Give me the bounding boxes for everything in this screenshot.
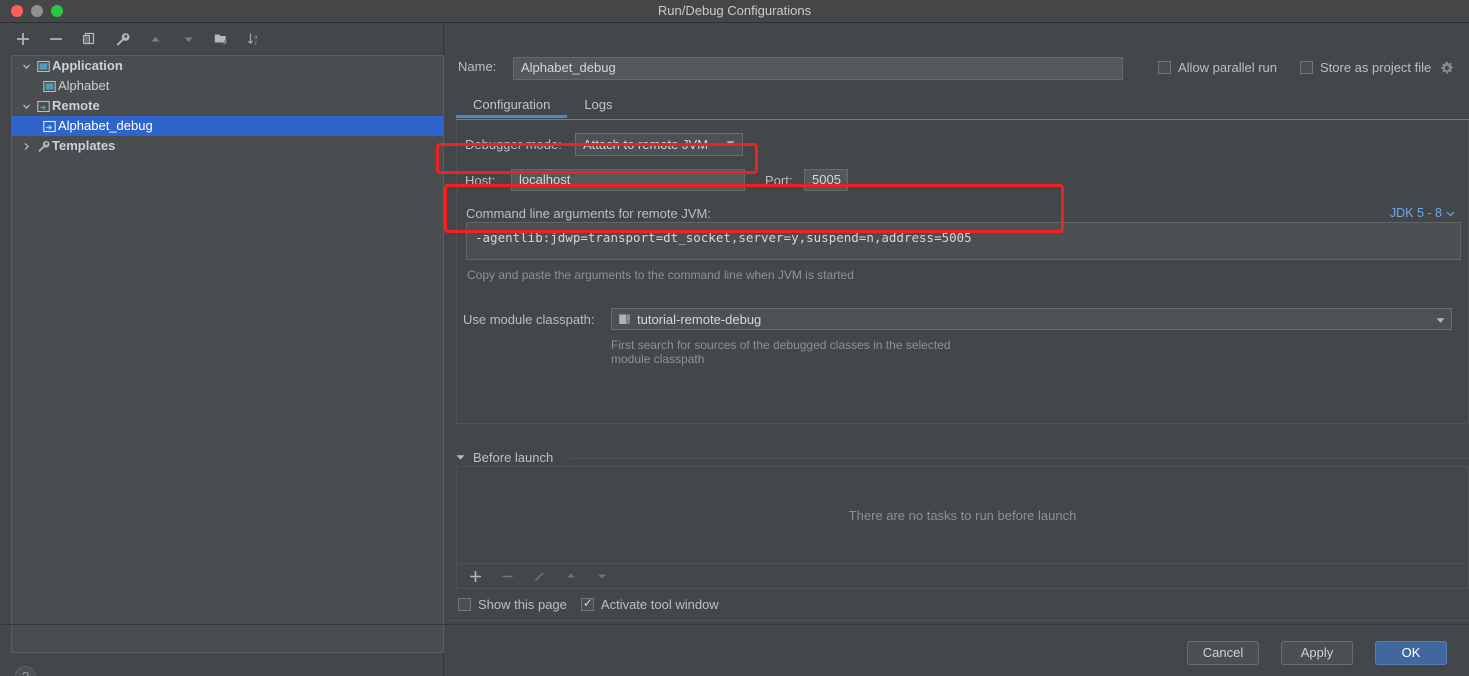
jdk-version-selector[interactable]: JDK 5 - 8 [1390,206,1455,220]
copy-icon[interactable] [80,30,98,48]
remote-icon [34,100,52,113]
tree-item-application[interactable]: Application [12,56,443,76]
tab-logs[interactable]: Logs [567,93,629,118]
apply-button[interactable]: Apply [1281,641,1353,665]
configuration-editor-panel: Name: Alphabet_debug Allow parallel run … [445,23,1469,676]
sort-alphabetically-icon[interactable]: a z [245,30,263,48]
add-icon[interactable] [14,30,32,48]
chevron-right-icon[interactable] [18,142,34,151]
allow-parallel-run-checkbox[interactable]: Allow parallel run [1158,60,1277,75]
port-label: Port: [765,173,792,188]
debugger-mode-label: Debugger mode: [465,137,562,152]
command-line-arguments-input[interactable]: -agentlib:jdwp=transport=dt_socket,serve… [466,222,1461,260]
before-launch-label: Before launch [473,450,553,465]
tree-item-alphabet-debug[interactable]: Alphabet_debug [12,116,443,136]
cancel-button[interactable]: Cancel [1187,641,1259,665]
module-classpath-dropdown[interactable]: tutorial-remote-debug [611,308,1452,330]
bottom-separator [445,620,1469,621]
configurations-sidebar: a z Application [0,23,444,676]
configurations-tree[interactable]: Application Alphabet [11,55,444,653]
svg-text:z: z [254,40,257,46]
tree-item-label: Alphabet [58,76,109,96]
new-folder-icon[interactable] [212,30,230,48]
port-input[interactable]: 5005 [804,169,848,191]
add-task-icon[interactable] [469,570,482,583]
window-titlebar: Run/Debug Configurations [0,0,1469,23]
move-up-icon[interactable] [146,30,164,48]
edit-task-icon [533,570,546,583]
tab-configuration[interactable]: Configuration [456,93,567,118]
activate-tool-window-checkbox-box[interactable] [581,598,594,611]
tree-item-label: Application [52,56,123,76]
sidebar-toolbar: a z [0,23,444,55]
module-classpath-hint-line2: module classpath [611,352,704,367]
remote-icon [40,120,58,133]
jdk-version-label: JDK 5 - 8 [1390,206,1442,220]
dialog-buttons: Cancel Apply OK [1187,641,1447,665]
module-classpath-hint-line1: First search for sources of the debugged… [611,338,951,353]
host-label: Host: [465,173,495,188]
svg-text:a: a [254,34,258,40]
tree-item-templates[interactable]: Templates [12,136,443,156]
chevron-down-icon[interactable] [18,62,34,71]
configuration-content: Debugger mode: Attach to remote JVM Host… [456,120,1469,424]
gear-icon[interactable] [1440,61,1454,75]
use-module-classpath-label: Use module classpath: [463,312,595,327]
wrench-icon[interactable] [113,30,131,48]
activate-tool-window-label: Activate tool window [601,597,719,612]
store-as-project-file-checkbox[interactable]: Store as project file [1300,60,1454,75]
chevron-down-icon [1446,206,1455,220]
window-title: Run/Debug Configurations [0,0,1469,22]
bottom-options: Show this page Activate tool window [458,597,719,612]
remove-task-icon [501,570,514,583]
tree-item-label: Templates [52,136,115,156]
module-icon [618,313,631,326]
show-this-page-label: Show this page [478,597,567,612]
before-launch-empty-message: There are no tasks to run before launch [457,467,1468,563]
wrench-icon [34,140,52,153]
editor-tabs[interactable]: Configuration Logs [456,93,630,118]
before-launch-section-header[interactable]: Before launch [456,450,553,465]
triangle-down-icon[interactable] [456,454,465,461]
command-line-arguments-label: Command line arguments for remote JVM: [466,206,711,221]
show-this-page-checkbox-box[interactable] [458,598,471,611]
before-launch-divider [569,458,1469,459]
footer-separator [0,624,1469,625]
move-task-up-icon [565,570,577,582]
chevron-down-icon[interactable] [18,102,34,111]
store-as-project-file-checkbox-box[interactable] [1300,61,1313,74]
tree-item-alphabet[interactable]: Alphabet [12,76,443,96]
remove-icon[interactable] [47,30,65,48]
name-label: Name: [458,59,496,74]
host-input[interactable]: localhost [511,169,745,191]
debugger-mode-value: Attach to remote JVM [583,134,708,155]
before-launch-toolbar [456,564,1469,589]
run-debug-configurations-dialog: Run/Debug Configurations [0,0,1469,676]
activate-tool-window-checkbox[interactable]: Activate tool window [581,597,719,612]
allow-parallel-run-checkbox-box[interactable] [1158,61,1171,74]
name-input[interactable]: Alphabet_debug [513,57,1123,80]
store-as-project-file-label: Store as project file [1320,60,1431,75]
application-icon [40,80,58,93]
tree-item-label: Remote [52,96,100,116]
module-classpath-value: tutorial-remote-debug [637,312,761,327]
ok-button[interactable]: OK [1375,641,1447,665]
application-icon [34,60,52,73]
command-line-arguments-hint: Copy and paste the arguments to the comm… [467,268,854,283]
move-task-down-icon [596,570,608,582]
show-this-page-checkbox[interactable]: Show this page [458,597,567,612]
allow-parallel-run-label: Allow parallel run [1178,60,1277,75]
tree-item-remote[interactable]: Remote [12,96,443,116]
help-button[interactable]: ? [15,666,36,676]
chevron-down-icon [1436,312,1445,327]
chevron-down-icon [726,134,735,155]
tree-item-label: Alphabet_debug [58,116,153,136]
before-launch-task-list[interactable]: There are no tasks to run before launch [456,466,1469,564]
move-down-icon[interactable] [179,30,197,48]
debugger-mode-dropdown[interactable]: Attach to remote JVM [575,133,743,156]
